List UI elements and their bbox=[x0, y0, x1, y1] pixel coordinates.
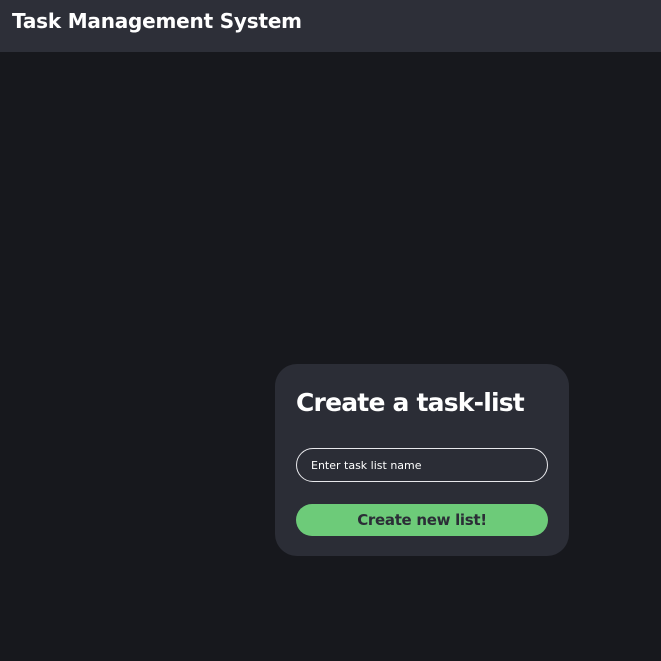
top-bar: Task Management System bbox=[0, 0, 661, 52]
app-title: Task Management System bbox=[12, 9, 302, 33]
create-task-list-card: Create a task-list Create new list! bbox=[275, 364, 569, 556]
card-title: Create a task-list bbox=[296, 388, 525, 417]
app-root: Task Management System Create a task-lis… bbox=[0, 0, 661, 661]
create-new-list-button[interactable]: Create new list! bbox=[296, 504, 548, 536]
task-list-name-input[interactable] bbox=[296, 448, 548, 482]
main-content: Create a task-list Create new list! bbox=[0, 52, 661, 661]
